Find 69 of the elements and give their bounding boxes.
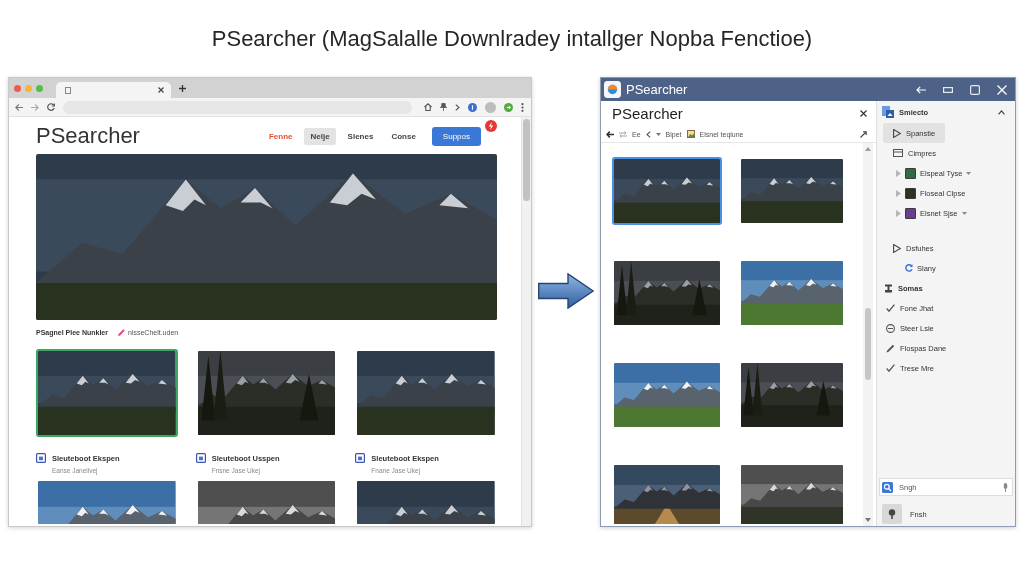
forest-photo[interactable] bbox=[612, 259, 722, 327]
check-icon bbox=[886, 364, 895, 372]
frame-icon bbox=[36, 453, 46, 463]
window-title: PSearcher bbox=[626, 82, 688, 97]
back-icon[interactable] bbox=[606, 130, 614, 138]
image-icon[interactable] bbox=[686, 130, 695, 138]
mountain-photo[interactable] bbox=[36, 479, 178, 526]
pencil-icon bbox=[118, 328, 125, 336]
nav-link[interactable]: Conse bbox=[385, 127, 422, 145]
scrollbar[interactable] bbox=[863, 143, 873, 526]
i-beam-icon bbox=[884, 283, 893, 293]
swap-icon[interactable] bbox=[619, 130, 627, 138]
mountain-photo[interactable] bbox=[612, 361, 722, 429]
refresh-icon bbox=[905, 264, 913, 272]
caret-down-icon[interactable] bbox=[655, 132, 661, 136]
caret-down-icon[interactable] bbox=[961, 211, 967, 215]
chevron-right-icon[interactable] bbox=[455, 103, 460, 111]
nav-button[interactable]: Suppos bbox=[431, 126, 481, 146]
play-icon bbox=[893, 128, 901, 138]
circle-icon bbox=[886, 323, 895, 333]
scroll-down-icon[interactable] bbox=[865, 518, 871, 522]
mountain-photo[interactable] bbox=[739, 463, 845, 526]
pin-icon[interactable] bbox=[440, 103, 447, 111]
nav-link[interactable]: Slenes bbox=[341, 127, 380, 145]
mountain-photo[interactable] bbox=[355, 479, 497, 526]
images-icon bbox=[882, 106, 894, 118]
reload-icon[interactable] bbox=[47, 103, 55, 111]
chevron-up-icon[interactable] bbox=[998, 109, 1005, 115]
page-title: PSearcher (MagSalalle Downlradey intallger Nopba Fenctioe) bbox=[211, 25, 813, 52]
close-icon[interactable] bbox=[860, 110, 867, 117]
page-icon bbox=[65, 86, 71, 94]
pin-icon bbox=[882, 504, 902, 524]
sync-icon[interactable] bbox=[504, 102, 513, 112]
minimize-icon[interactable] bbox=[943, 86, 953, 93]
mountain-photo[interactable] bbox=[195, 479, 338, 526]
road-photo[interactable] bbox=[612, 463, 722, 526]
app-logo-icon bbox=[604, 81, 621, 98]
lightning-badge-icon[interactable] bbox=[485, 120, 497, 132]
pen-icon bbox=[886, 343, 895, 353]
site-logo[interactable]: PSearcher bbox=[36, 123, 140, 149]
frame-icon bbox=[355, 453, 366, 463]
scrollbar-thumb[interactable] bbox=[523, 119, 530, 201]
expand-icon[interactable] bbox=[860, 130, 867, 138]
scrollbar[interactable] bbox=[521, 117, 531, 526]
frame-icon bbox=[195, 453, 206, 463]
plus-icon[interactable] bbox=[179, 84, 186, 92]
home-icon[interactable] bbox=[424, 103, 432, 111]
search-icon bbox=[882, 481, 893, 493]
check-icon bbox=[886, 304, 895, 312]
caret-down-icon[interactable] bbox=[966, 171, 972, 175]
menu-icon[interactable] bbox=[521, 102, 524, 112]
mountain-photo[interactable] bbox=[739, 157, 845, 225]
nav-link[interactable]: Nelje bbox=[304, 127, 336, 145]
pane-title: PSearcher bbox=[612, 105, 683, 122]
forest-photo[interactable] bbox=[739, 361, 845, 429]
forest-photo[interactable] bbox=[195, 349, 338, 437]
mountain-photo[interactable] bbox=[739, 259, 845, 327]
panel-icon bbox=[893, 149, 903, 157]
extension-icon[interactable] bbox=[468, 102, 477, 112]
right-arrow-icon bbox=[538, 273, 594, 309]
nav-link[interactable]: Fenne bbox=[262, 127, 299, 145]
close-icon[interactable] bbox=[158, 87, 164, 93]
mountain-photo[interactable] bbox=[355, 349, 497, 437]
scrollbar-thumb[interactable] bbox=[865, 308, 871, 380]
play-icon bbox=[893, 243, 901, 253]
maximize-icon[interactable] bbox=[970, 84, 980, 95]
chevron-left-icon[interactable] bbox=[645, 130, 651, 138]
scroll-up-icon[interactable] bbox=[865, 147, 871, 151]
microphone-icon[interactable] bbox=[1003, 482, 1008, 492]
